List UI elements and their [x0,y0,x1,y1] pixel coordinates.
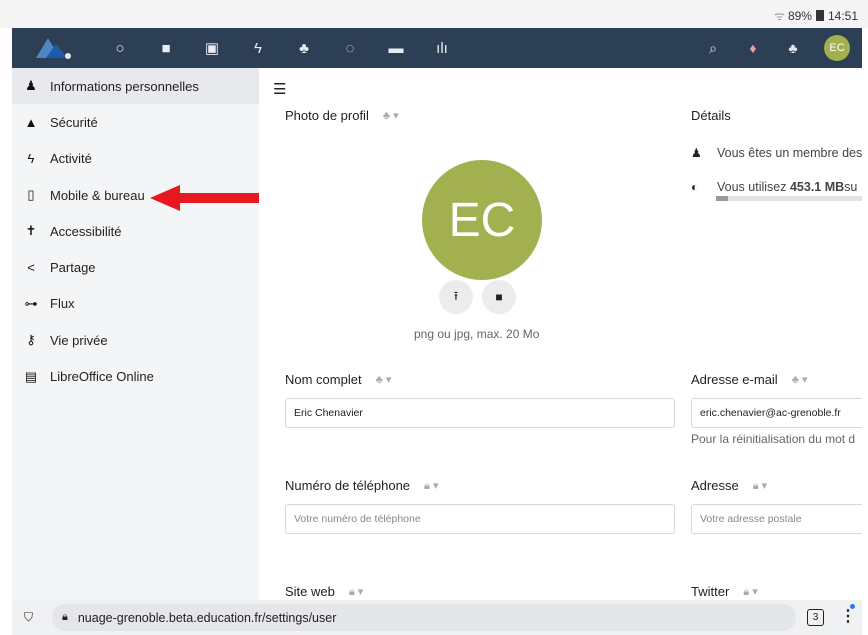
sidebar-item-flow[interactable]: ⊶ Flux [12,286,259,322]
address-field[interactable]: 🔒︎ nuage-grenoble.beta.education.fr/sett… [52,604,796,631]
sidebar-item-sharing[interactable]: < Partage [12,249,259,285]
accessibility-icon: ✝ [25,223,37,239]
status-bar: ᯤ 89% 14:51 [0,0,868,28]
status-indicators: ᯤ 89% 14:51 [774,7,858,24]
details-quota: ◐ Vous utilisez 453.1 MB su [691,180,858,194]
sidebar-item-personal-info[interactable]: ♟ Informations personnelles [12,68,259,105]
tabs-button[interactable]: 3 [807,609,824,626]
main-content: ☰ Photo de profil ♣ ▾ EC ⭱ ■ png ou jpg,… [259,68,862,600]
activity-icon: ϟ [27,151,35,167]
header-actions: ⌕ ♦ ♣ EC [704,28,850,68]
app-photos-icon[interactable]: ▣ [189,28,235,68]
twitter-heading: Twitter 🔒︎ ▾ [691,584,758,599]
quota-progress-bar [716,196,862,201]
top-header: ○ ■ ▣ ϟ ♣ ◌ ▬ ılı ⌕ ♦ ♣ EC [12,28,862,68]
sidebar-item-libreoffice[interactable]: ▤ LibreOffice Online [12,358,259,394]
visibility-dropdown-icon[interactable]: 🔒︎ ▾ [743,585,757,599]
upload-photo-button[interactable]: ⭱ [439,280,473,314]
document-icon: ▤ [24,368,38,384]
user-avatar[interactable]: EC [824,35,850,61]
sidebar-item-label: Sécurité [50,114,98,130]
app-files-icon[interactable]: ■ [143,28,189,68]
email-note: Pour la réinitialisation du mot d [691,432,856,446]
lock-icon: ▲ [24,114,38,130]
fullname-field[interactable]: Eric Chenavier [285,398,675,428]
wifi-icon: ᯤ [773,9,785,23]
sidebar-item-label: Activité [50,151,92,167]
address-field[interactable]: Votre adresse postale [691,504,862,534]
upload-icon: ⭱ [453,288,459,303]
update-badge [850,604,855,609]
hamburger-menu-icon[interactable]: ☰ [273,80,286,98]
pie-chart-icon: ◐ [691,180,699,194]
email-heading: Adresse e-mail ♣ ▾ [691,372,808,387]
details-heading: Détails [691,108,731,123]
share-icon: < [27,260,35,276]
choose-from-files-button[interactable]: ■ [482,280,516,314]
sidebar-item-label: Mobile & bureau [50,187,145,203]
visibility-dropdown-icon[interactable]: 🔒︎ ▾ [349,585,363,599]
profile-photo-heading: Photo de profil ♣ ▾ [285,108,399,123]
contacts-menu-icon[interactable]: ♣ [784,40,802,56]
search-icon[interactable]: ⌕ [704,40,722,57]
app-menu: ○ ■ ▣ ϟ ♣ ◌ ▬ ılı [97,28,465,68]
sidebar-item-label: Vie privée [50,332,108,348]
visibility-dropdown-icon[interactable]: 🔒︎ ▾ [753,479,767,493]
website-heading: Site web 🔒︎ ▾ [285,584,364,599]
user-icon: ♟ [691,146,702,160]
phone-heading: Numéro de téléphone 🔒︎ ▾ [285,478,439,493]
more-menu-icon[interactable]: ⋮ [840,606,856,626]
user-icon: ♟ [25,78,37,94]
sidebar-item-accessibility[interactable]: ✝ Accessibilité [12,213,259,249]
app-contacts-icon[interactable]: ♣ [281,28,327,68]
battery-level: 89% [787,8,812,23]
shield-icon[interactable]: ⛉ [24,610,33,625]
app-deck-icon[interactable]: ▬ [373,28,419,68]
visibility-dropdown-icon[interactable]: ♣ ▾ [376,373,392,386]
sidebar-item-label: Partage [50,260,96,276]
key-icon: ⚷ [26,332,36,348]
browser-url-bar: ⛉ 🔒︎ nuage-grenoble.beta.education.fr/se… [12,600,862,635]
sidebar-item-label: Informations personnelles [50,78,199,94]
email-field[interactable]: eric.chenavier@ac-grenoble.fr [691,398,862,428]
sidebar-item-label: Flux [50,296,75,312]
app-logo[interactable] [32,34,74,62]
photo-format-hint: png ou jpg, max. 20 Mo [414,327,540,341]
folder-icon: ■ [495,290,503,304]
feed-icon: ⊶ [24,295,38,311]
app-stats-icon[interactable]: ılı [419,28,465,68]
address-heading: Adresse 🔒︎ ▾ [691,478,768,493]
quota-progress-fill [716,196,728,201]
clock: 14:51 [827,8,858,23]
sidebar-item-activity[interactable]: ϟ Activité [12,141,259,177]
sidebar-item-security[interactable]: ▲ Sécurité [12,104,259,140]
profile-avatar: EC [422,160,542,280]
phone-field[interactable]: Votre numéro de téléphone [285,504,675,534]
phone-icon: ▯ [27,187,35,203]
app-circles-icon[interactable]: ◌ [327,28,373,68]
battery-icon [815,10,824,21]
annotation-arrow [150,185,272,211]
app-activity-icon[interactable]: ϟ [235,28,281,68]
url-text: nuage-grenoble.beta.education.fr/setting… [77,610,337,625]
app-dashboard-icon[interactable]: ○ [97,28,143,68]
sidebar-item-label: Accessibilité [50,223,122,239]
notifications-icon[interactable]: ♦ [744,40,762,56]
sidebar-item-label: LibreOffice Online [50,369,154,385]
lock-icon: 🔒︎ [62,611,68,623]
fullname-heading: Nom complet ♣ ▾ [285,372,392,387]
settings-sidebar: ♟ Informations personnelles ▲ Sécurité ϟ… [12,68,259,600]
details-groups: ♟ Vous êtes un membre des [691,146,862,160]
sidebar-item-privacy[interactable]: ⚷ Vie privée [12,322,259,358]
visibility-dropdown-icon[interactable]: ♣ ▾ [383,109,399,122]
visibility-dropdown-icon[interactable]: 🔒︎ ▾ [424,479,438,493]
visibility-dropdown-icon[interactable]: ♣ ▾ [792,373,808,386]
